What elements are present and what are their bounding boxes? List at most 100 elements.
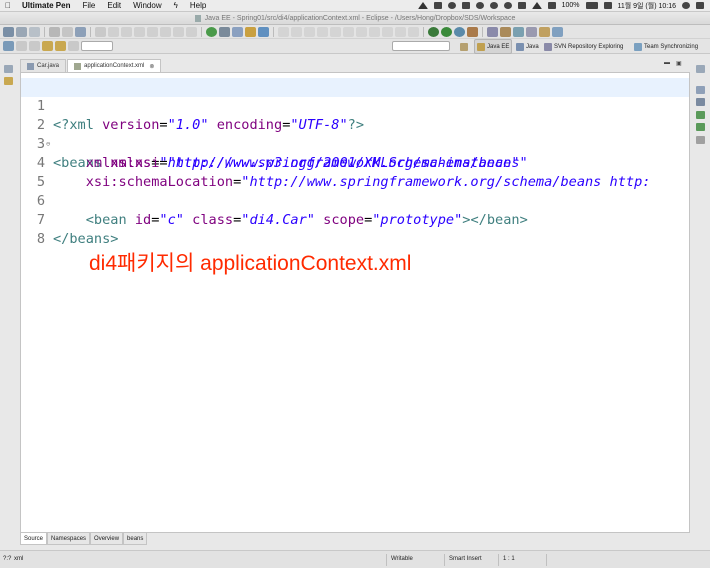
open-type-icon[interactable]	[219, 26, 230, 37]
menu-window[interactable]: Window	[127, 1, 167, 10]
editor-combo[interactable]	[81, 41, 113, 51]
pin-editor-icon[interactable]	[304, 26, 315, 37]
run-server-icon[interactable]	[206, 26, 217, 37]
minimize-icon[interactable]: ▬	[664, 60, 670, 67]
filter-icon[interactable]	[369, 26, 380, 37]
volume-icon[interactable]	[547, 2, 556, 9]
format-icon[interactable]	[382, 26, 393, 37]
xml-editor[interactable]: 1 <?xml version="1.0" encoding="UTF-8"?>…	[20, 72, 690, 533]
restore-icon[interactable]	[696, 65, 705, 73]
history-icon[interactable]	[68, 41, 79, 51]
servers-icon[interactable]	[696, 136, 705, 144]
tab-beans[interactable]: beans	[123, 533, 148, 545]
next-annotation-icon[interactable]	[29, 41, 40, 51]
code-line[interactable]: 3 xmlns:xsi="http://www.w3.org/2001/XMLS…	[21, 116, 689, 171]
menu-edit[interactable]: Edit	[101, 1, 127, 10]
new-icon[interactable]	[3, 26, 14, 37]
tab-namespaces[interactable]: Namespaces	[47, 533, 91, 545]
forward-icon[interactable]	[55, 41, 66, 51]
run-icon[interactable]	[441, 26, 452, 37]
menu-help[interactable]: Help	[184, 1, 212, 10]
code-line[interactable]: 7 </beans>	[21, 192, 689, 247]
step-return-icon[interactable]	[186, 26, 197, 37]
input-source-icon[interactable]	[603, 2, 612, 9]
new-java-project-icon[interactable]	[487, 26, 498, 37]
time-machine-icon[interactable]	[503, 2, 512, 9]
spotlight-icon[interactable]	[682, 2, 690, 9]
notification-center-icon[interactable]	[696, 2, 704, 9]
markers-icon[interactable]	[696, 111, 705, 119]
copy-icon[interactable]	[461, 2, 470, 9]
outline-view-icon[interactable]	[696, 86, 705, 94]
code-line[interactable]: 8	[21, 211, 689, 247]
menu-app-name[interactable]: Ultimate Pen	[16, 1, 76, 10]
back-icon[interactable]	[42, 41, 53, 51]
perspective-svn[interactable]: SVN Repository Exploring	[542, 39, 625, 54]
dropbox-icon[interactable]	[489, 2, 498, 9]
skype-icon[interactable]	[475, 2, 484, 9]
new-package-icon[interactable]	[500, 26, 511, 37]
perspective-java[interactable]: Java	[514, 39, 541, 54]
open-task-icon[interactable]	[245, 26, 256, 37]
open-folder-icon[interactable]	[539, 26, 550, 37]
annotation-prev-icon[interactable]	[278, 26, 289, 37]
step-into-icon[interactable]	[160, 26, 171, 37]
toggle-block-icon[interactable]	[330, 26, 341, 37]
new-class-icon[interactable]	[513, 26, 524, 37]
code-line[interactable]: 4 xsi:schemaLocation="http://www.springf…	[21, 135, 689, 190]
external-tools-icon[interactable]	[467, 26, 478, 37]
suspend-icon[interactable]	[121, 26, 132, 37]
server-icon[interactable]	[75, 26, 86, 37]
script-menu-icon[interactable]: ϟ	[168, 1, 184, 10]
link-icon[interactable]	[356, 26, 367, 37]
battery-icon[interactable]	[585, 2, 598, 9]
battery-percent[interactable]: 100%	[562, 2, 580, 9]
web-browser-icon[interactable]	[232, 26, 243, 37]
code-line[interactable]: 2 ⊖ <beans xmlns="http://www.springframe…	[21, 97, 689, 171]
project-explorer-icon[interactable]	[4, 77, 13, 85]
bluetooth-icon[interactable]	[517, 2, 526, 9]
tab-application-context-xml[interactable]: applicationContext.xml ⊗	[67, 59, 162, 72]
apple-menu-icon[interactable]: 	[0, 1, 16, 10]
task-list-icon[interactable]	[696, 98, 705, 106]
sync-icon[interactable]	[447, 2, 456, 9]
code-line[interactable]: 6 <bean id="c" class="di4.Car" scope="pr…	[21, 173, 689, 228]
toggle-mark-icon[interactable]	[317, 26, 328, 37]
quick-access-input[interactable]	[392, 41, 450, 51]
new-interface-icon[interactable]	[526, 26, 537, 37]
annotation-next-icon[interactable]	[291, 26, 302, 37]
maximize-icon[interactable]: ▣	[676, 60, 682, 67]
whitespace-icon[interactable]	[343, 26, 354, 37]
step-over-icon[interactable]	[173, 26, 184, 37]
properties-icon[interactable]	[696, 123, 705, 131]
skip-breakpoints-icon[interactable]	[95, 26, 106, 37]
open-perspective-icon[interactable]	[552, 26, 563, 37]
last-edit-icon[interactable]	[3, 41, 14, 51]
mountain-icon[interactable]	[417, 2, 428, 9]
wing-icon[interactable]	[433, 2, 442, 9]
comment-icon[interactable]	[408, 26, 419, 37]
restore-icon[interactable]	[4, 65, 13, 73]
disconnect-icon[interactable]	[147, 26, 158, 37]
toggle-icon[interactable]	[62, 26, 73, 37]
code-line[interactable]: 5	[21, 154, 689, 190]
coverage-icon[interactable]	[454, 26, 465, 37]
open-perspective-button[interactable]	[458, 39, 470, 54]
close-icon[interactable]: ⊗	[149, 63, 154, 70]
perspective-team[interactable]: Team Synchronizing	[632, 39, 700, 54]
wifi-icon[interactable]	[531, 2, 542, 9]
outline-icon[interactable]	[395, 26, 406, 37]
debug-icon[interactable]	[428, 26, 439, 37]
save-icon[interactable]	[16, 26, 27, 37]
resume-icon[interactable]	[108, 26, 119, 37]
tab-source[interactable]: Source	[20, 533, 48, 545]
print-icon[interactable]	[49, 26, 60, 37]
menu-file[interactable]: File	[76, 1, 101, 10]
code-line[interactable]: 1 <?xml version="1.0" encoding="UTF-8"?>	[21, 78, 689, 133]
save-all-icon[interactable]	[29, 26, 40, 37]
search-icon[interactable]	[258, 26, 269, 37]
perspective-java-ee[interactable]: Java EE	[474, 39, 513, 54]
clock[interactable]: 11월 9일 (월) 10:16	[618, 1, 677, 11]
tab-car-java[interactable]: Car.java	[20, 59, 67, 72]
prev-annotation-icon[interactable]	[16, 41, 27, 51]
